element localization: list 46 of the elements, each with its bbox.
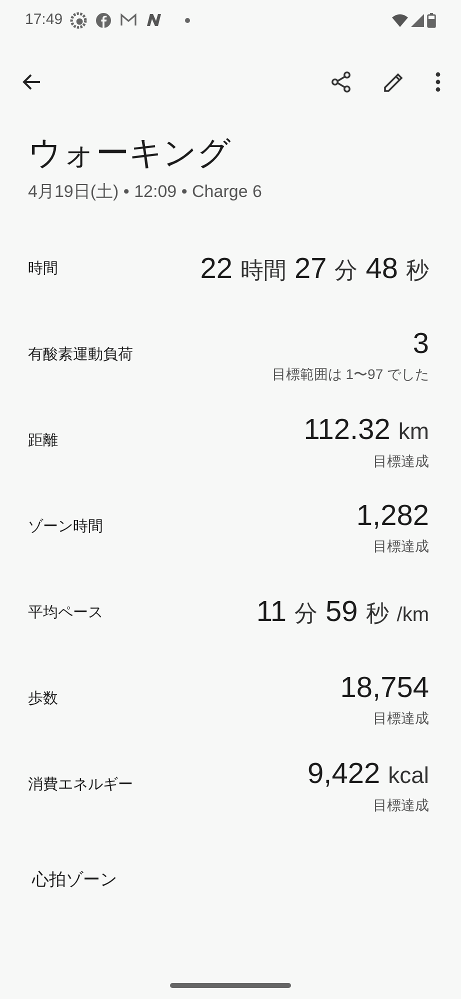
metric-value: 59 bbox=[326, 595, 358, 630]
metric-value: 11 bbox=[256, 595, 287, 630]
more-icon bbox=[435, 72, 441, 92]
metric-note: 目標達成 bbox=[373, 537, 429, 556]
metric-unit: /km bbox=[396, 603, 429, 628]
metric-value: 9,422 bbox=[308, 756, 380, 792]
metric-value: 112.32 bbox=[304, 412, 390, 448]
metric-unit: 分 bbox=[294, 599, 318, 628]
metric-label: 消費エネルギー bbox=[28, 775, 133, 796]
wifi-icon bbox=[392, 14, 408, 26]
metric-note: 目標達成 bbox=[373, 452, 429, 470]
mail-icon bbox=[120, 13, 137, 27]
metric-unit: 時間 bbox=[240, 256, 286, 285]
metric-value: 3 bbox=[412, 327, 429, 362]
n-logo-icon bbox=[146, 13, 162, 27]
metric-unit: 秒 bbox=[366, 599, 389, 628]
share-icon bbox=[329, 70, 353, 94]
metric-value: 27 bbox=[294, 252, 327, 287]
signal-icon bbox=[411, 14, 424, 26]
metric-value: 22 bbox=[200, 252, 232, 287]
metric-unit: 秒 bbox=[406, 256, 429, 285]
status-time: 17:49 bbox=[25, 10, 63, 30]
metric-note: 目標達成 bbox=[373, 709, 429, 728]
battery-icon bbox=[427, 12, 436, 28]
metric-label: 有酸素運動負荷 bbox=[28, 345, 133, 366]
share-button[interactable] bbox=[329, 70, 353, 94]
page-title: ウォーキング bbox=[28, 133, 232, 173]
more-button[interactable] bbox=[435, 70, 441, 94]
section-title: 心拍ゾーン bbox=[32, 868, 118, 890]
metric-label: 平均ペース bbox=[28, 603, 103, 624]
metric-value: 48 bbox=[366, 252, 398, 287]
metric-label: ゾーン時間 bbox=[28, 517, 103, 538]
metric-unit: 分 bbox=[334, 256, 358, 285]
metric-label: 時間 bbox=[28, 259, 58, 280]
metric-unit: kcal bbox=[388, 760, 429, 790]
date-subtitle: 4月19日(土) • 12:09 • Charge 6 bbox=[28, 181, 263, 203]
circle-f-icon bbox=[96, 12, 111, 28]
metric-unit: km bbox=[398, 416, 429, 446]
metric-label: 距離 bbox=[28, 431, 58, 452]
metric-label: 歩数 bbox=[28, 689, 58, 710]
dot-icon bbox=[184, 18, 190, 22]
metric-value: 18,754 bbox=[340, 671, 429, 706]
metric-note: 目標範囲は 1〜97 でした bbox=[272, 365, 429, 384]
metric-value: 1,282 bbox=[356, 499, 429, 534]
metric-note: 目標達成 bbox=[373, 796, 429, 814]
gear-icon bbox=[70, 12, 87, 28]
